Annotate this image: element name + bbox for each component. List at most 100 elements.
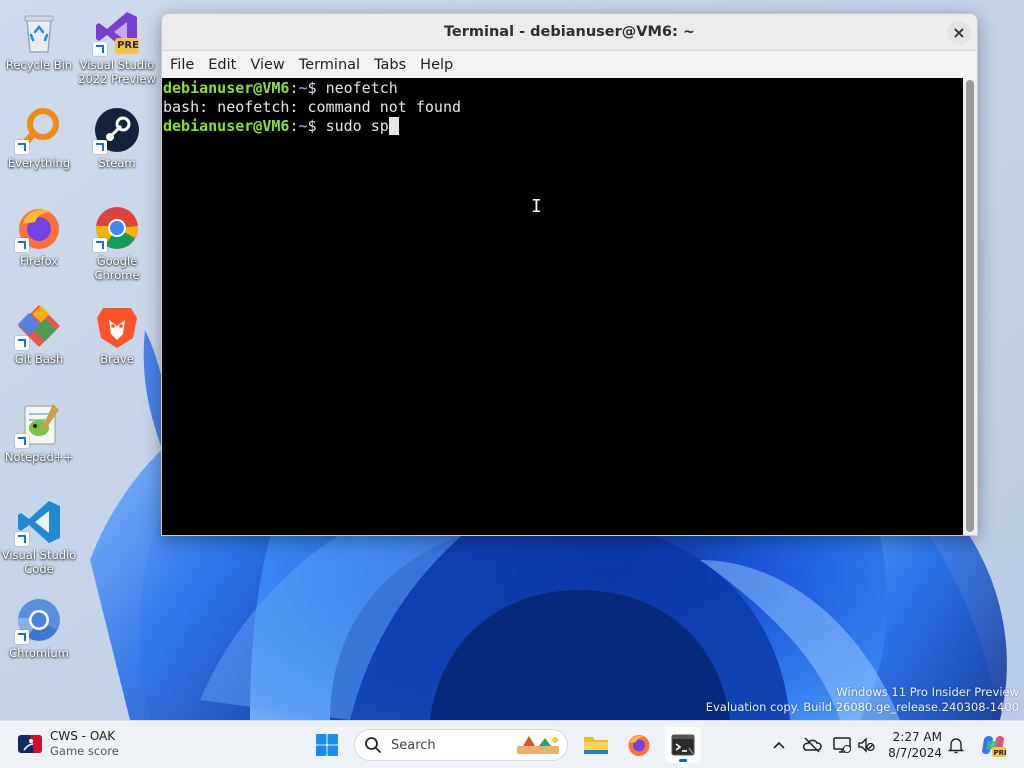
- desktop-icon-label: Steam: [98, 156, 136, 170]
- taskbar-firefox[interactable]: [621, 727, 657, 763]
- chromium-icon: [15, 596, 63, 644]
- shortcut-arrow-icon: [93, 238, 107, 252]
- window-title: Terminal - debianuser@VM6: ~: [443, 24, 696, 40]
- vscode-icon: [15, 498, 63, 546]
- desktop-icon-label: Notepad++: [4, 450, 74, 464]
- desktop-icon-recycle-bin[interactable]: Recycle Bin: [0, 8, 78, 72]
- close-button[interactable]: ×: [947, 21, 971, 45]
- window-title-bar[interactable]: Terminal - debianuser@VM6: ~ ×: [162, 14, 977, 51]
- clock[interactable]: 2:27 AM 8/7/2024: [888, 729, 942, 761]
- desktop-icon-label: Brave: [100, 352, 134, 366]
- desktop-icon-label: Everything: [7, 156, 71, 170]
- recycle-bin-icon: [15, 8, 63, 56]
- pre-badge: PRE: [117, 40, 139, 51]
- menu-edit[interactable]: Edit: [202, 57, 242, 73]
- desktop-icon-chromium[interactable]: Chromium: [0, 596, 78, 660]
- notification-bell-icon[interactable]: [946, 735, 966, 755]
- shortcut-arrow-icon: [15, 336, 29, 350]
- taskbar-file-explorer[interactable]: [578, 727, 614, 763]
- terminal-icon: [671, 734, 695, 756]
- desktop-icon-google-chrome[interactable]: Google Chrome: [78, 204, 156, 282]
- onedrive-icon[interactable]: [802, 735, 822, 755]
- shortcut-arrow-icon: [93, 42, 107, 56]
- desktop-icon-brave[interactable]: Brave: [78, 302, 156, 366]
- firefox-icon: [628, 735, 650, 756]
- scrollbar-thumb[interactable]: [966, 80, 974, 532]
- shortcut-arrow-icon: [15, 630, 29, 644]
- clock-date: 8/7/2024: [888, 746, 942, 760]
- text-cursor: [388, 117, 399, 135]
- active-indicator: [679, 759, 687, 762]
- i-beam-cursor-icon: I: [531, 196, 542, 217]
- file-explorer-icon: [584, 737, 608, 754]
- desktop-icon-notepad-plus-plus[interactable]: Notepad++: [0, 400, 78, 464]
- steam-icon: [93, 106, 141, 154]
- terminal-line: debianuser@VM6:~$ neofetch: [163, 79, 965, 98]
- desktop-icon-steam[interactable]: Steam: [78, 106, 156, 170]
- taskbar-terminal[interactable]: [665, 727, 701, 763]
- command-output: bash: neofetch: command not found: [163, 98, 462, 116]
- search-highlight-icon: [517, 736, 559, 754]
- prompt-path: ~: [298, 79, 308, 97]
- desktop-icon-label: Visual Studio Code: [1, 548, 77, 576]
- svg-text:PRE: PRE: [994, 749, 1007, 757]
- brave-lion-icon: [93, 302, 141, 350]
- shortcut-arrow-icon: [15, 434, 29, 448]
- desktop-icon-everything[interactable]: Everything: [0, 106, 78, 170]
- shortcut-arrow-icon: [15, 238, 29, 252]
- vertical-scrollbar[interactable]: [963, 78, 977, 535]
- terminal-output[interactable]: debianuser@VM6:~$ neofetch bash: neofetc…: [162, 78, 965, 535]
- search-placeholder: Search: [391, 737, 436, 753]
- desktop-icon-label: Chromium: [9, 646, 69, 660]
- taskbar: CWS - OAK Game score Search 2:27 AM 8/7/…: [0, 720, 1024, 768]
- desktop-icon-git-bash[interactable]: Git Bash: [0, 302, 78, 366]
- widgets-button[interactable]: CWS - OAK Game score: [18, 729, 119, 759]
- firefox-icon: [15, 204, 63, 252]
- watermark-edition: Windows 11 Pro Insider Preview: [836, 685, 1019, 699]
- desktop-icon-visual-studio-code[interactable]: Visual Studio Code: [0, 498, 78, 576]
- watermark-build: Evaluation copy. Build 26080.ge_release.…: [705, 700, 1019, 714]
- command-text: neofetch: [325, 79, 398, 97]
- prompt-user: debianuser@VM6: [163, 79, 290, 97]
- shortcut-arrow-icon: [93, 140, 107, 154]
- desktop-icon-visual-studio-2022-preview[interactable]: PRE Visual Studio 2022 Preview: [78, 8, 156, 86]
- chrome-icon: [93, 204, 141, 252]
- chevron-up-icon[interactable]: [769, 735, 789, 755]
- terminal-line: bash: neofetch: command not found: [163, 98, 965, 117]
- copilot-icon[interactable]: PRE: [980, 733, 1006, 757]
- prompt-path: ~: [298, 117, 308, 135]
- menu-help[interactable]: Help: [414, 57, 459, 73]
- desktop-icon-label: Google Chrome: [94, 254, 140, 282]
- terminal-window[interactable]: Terminal - debianuser@VM6: ~ × File Edit…: [161, 13, 978, 536]
- shortcut-arrow-icon: [15, 140, 29, 154]
- mlb-logo-icon: [18, 735, 42, 753]
- clock-time: 2:27 AM: [892, 730, 942, 744]
- search-icon: [365, 737, 381, 753]
- volume-muted-icon[interactable]: [856, 735, 876, 755]
- start-button[interactable]: [309, 727, 345, 763]
- taskbar-search[interactable]: Search: [354, 729, 568, 761]
- prompt-symbol: $: [307, 117, 326, 135]
- prompt-user: debianuser@VM6: [163, 117, 290, 135]
- widget-title: CWS - OAK: [50, 729, 116, 743]
- desktop-icon-label: Visual Studio 2022 Preview: [78, 58, 156, 86]
- desktop-icon-label: Git Bash: [14, 352, 64, 366]
- desktop-icon-firefox[interactable]: Firefox: [0, 204, 78, 268]
- menu-view[interactable]: View: [244, 57, 290, 73]
- terminal-line: debianuser@VM6:~$ sudo sp: [163, 117, 965, 136]
- windows-watermark: Windows 11 Pro Insider Preview Evaluatio…: [706, 685, 1019, 715]
- everything-search-icon: [15, 106, 63, 154]
- prompt-symbol: $: [307, 79, 326, 97]
- shortcut-arrow-icon: [15, 532, 29, 546]
- network-monitor-icon[interactable]: [832, 735, 852, 755]
- command-input[interactable]: sudo sp: [326, 117, 389, 135]
- menu-tabs[interactable]: Tabs: [368, 57, 412, 73]
- start-icon: [316, 734, 338, 756]
- desktop-icon-label: Firefox: [19, 254, 59, 268]
- menu-file[interactable]: File: [164, 57, 200, 73]
- widget-subtitle: Game score: [50, 744, 119, 758]
- git-bash-icon: [15, 302, 63, 350]
- desktop-icon-label: Recycle Bin: [5, 58, 73, 72]
- menu-bar: File Edit View Terminal Tabs Help: [162, 51, 977, 78]
- menu-terminal[interactable]: Terminal: [293, 57, 366, 73]
